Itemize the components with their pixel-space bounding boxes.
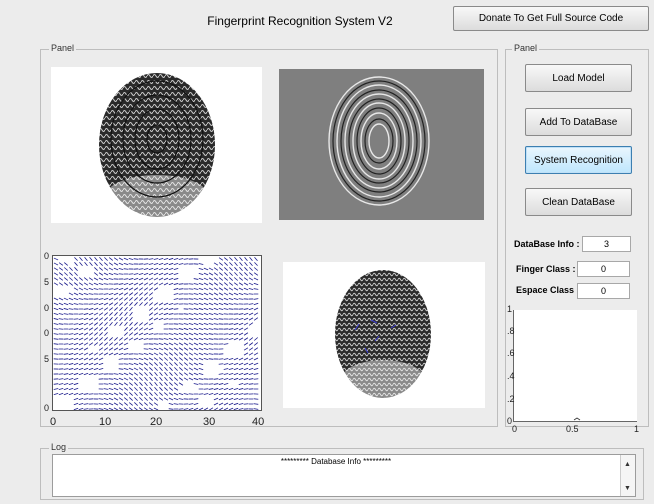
- y-tick-label: 1: [507, 304, 513, 314]
- database-info-label: DataBase Info :: [514, 239, 580, 249]
- clean-database-button[interactable]: Clean DataBase: [525, 188, 632, 216]
- finger-class-label: Finger Class :: [516, 264, 576, 274]
- x-tick-label: 1: [634, 424, 640, 434]
- log-scrollbar[interactable]: ▲ ▼: [620, 455, 635, 496]
- orientation-field-plot: [52, 255, 262, 411]
- x-tick-label: 0: [512, 424, 518, 434]
- fingerprint-minutiae-image: [283, 262, 485, 408]
- y-tick-label: 5: [44, 354, 50, 364]
- database-info-field[interactable]: 3: [582, 236, 631, 252]
- load-model-button[interactable]: Load Model: [525, 64, 632, 92]
- y-tick-label: 0: [44, 403, 50, 413]
- log-textarea[interactable]: ********* Database Info ********* ▲ ▼: [52, 454, 636, 497]
- score-plot: [513, 310, 637, 422]
- system-recognition-button[interactable]: System Recognition: [525, 146, 632, 174]
- y-tick-label: 0: [44, 328, 50, 338]
- y-tick-label: 0: [44, 251, 50, 261]
- x-tick-label: 40: [252, 416, 265, 428]
- x-tick-label: 20: [150, 416, 163, 428]
- fingerprint-original-image: [51, 67, 262, 223]
- scroll-down-icon[interactable]: ▼: [624, 485, 631, 492]
- y-tick-label: .2: [507, 394, 515, 404]
- scroll-up-icon[interactable]: ▲: [624, 461, 631, 468]
- donate-button[interactable]: Donate To Get Full Source Code: [453, 6, 649, 31]
- x-tick-label: 30: [203, 416, 216, 428]
- finger-class-field[interactable]: 0: [577, 261, 630, 277]
- x-tick-label: 0: [50, 416, 57, 428]
- panel-legend: Panel: [49, 43, 77, 53]
- x-tick-label: 0.5: [566, 424, 579, 434]
- log-legend: Log: [49, 442, 69, 452]
- espace-class-label: Espace Class :: [516, 285, 580, 295]
- panel-legend: Panel: [512, 43, 540, 53]
- espace-class-field[interactable]: 0: [577, 283, 630, 299]
- y-tick-label: .6: [507, 348, 515, 358]
- y-tick-label: .4: [507, 371, 515, 381]
- y-tick-label: .8: [507, 326, 515, 336]
- y-tick-label: 0: [44, 303, 50, 313]
- fingerprint-enhanced-image: [279, 69, 484, 220]
- add-to-database-button[interactable]: Add To DataBase: [525, 108, 632, 136]
- window-title: Fingerprint Recognition System V2: [207, 14, 393, 28]
- log-text: ********* Database Info *********: [280, 457, 392, 466]
- y-tick-label: 5: [44, 277, 50, 287]
- x-tick-label: 10: [99, 416, 112, 428]
